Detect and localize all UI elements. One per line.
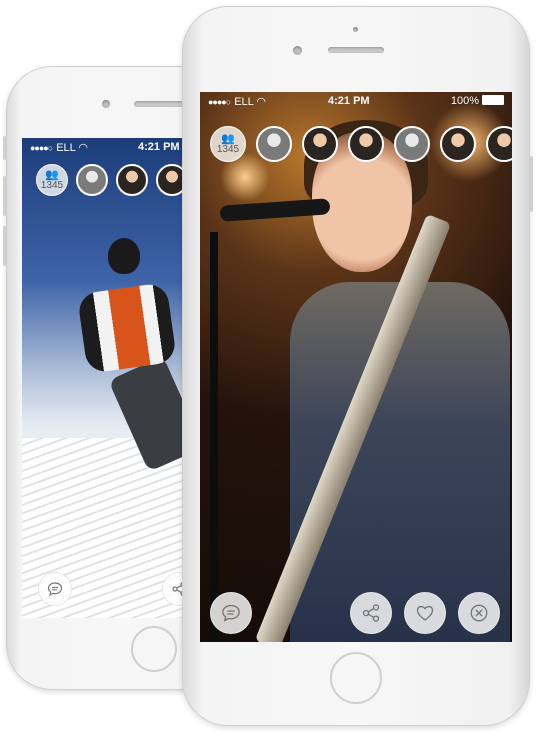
chat-icon	[47, 582, 63, 597]
chat-button[interactable]	[210, 592, 252, 634]
viewer-avatar[interactable]	[486, 126, 512, 162]
viewer-count-badge[interactable]: 👥 1345	[36, 164, 68, 196]
signal-icon: ●●●●○	[208, 97, 231, 107]
earpiece-speaker	[328, 47, 384, 53]
front-camera	[102, 100, 110, 108]
group-icon: 👥	[45, 168, 59, 181]
viewer-count-badge[interactable]: 👥 1345	[210, 126, 246, 162]
chat-button[interactable]	[38, 572, 72, 606]
front-phone-screen: ●●●●○ ELL ◠ 4:21 PM 100% 👥 1345	[200, 92, 512, 642]
skier-jacket	[76, 282, 178, 374]
viewer-avatar[interactable]	[256, 126, 292, 162]
viewer-avatar[interactable]	[116, 164, 148, 196]
status-bar: ●●●●○ ELL ◠ 4:21 PM 100%	[200, 92, 512, 108]
share-icon	[362, 604, 380, 622]
close-button[interactable]	[458, 592, 500, 634]
viewer-avatar[interactable]	[394, 126, 430, 162]
share-button[interactable]	[350, 592, 392, 634]
front-phone: ●●●●○ ELL ◠ 4:21 PM 100% 👥 1345	[182, 6, 533, 726]
status-time: 4:21 PM	[138, 141, 180, 153]
avatar-row: 👥 1345	[210, 126, 512, 162]
chat-icon	[222, 604, 240, 622]
viewer-avatar[interactable]	[348, 126, 384, 162]
volume-up-button	[3, 176, 7, 216]
mic-stand	[210, 232, 218, 642]
front-camera	[293, 46, 302, 55]
battery-icon	[482, 95, 504, 105]
status-time: 4:21 PM	[328, 95, 370, 107]
wifi-icon: ◠	[256, 96, 267, 108]
volume-down-button	[3, 226, 7, 266]
carrier: ●●●●○ ELL ◠	[208, 96, 267, 108]
mute-switch	[3, 136, 7, 160]
group-icon: 👥	[221, 132, 235, 145]
proximity-sensor	[353, 27, 358, 32]
close-icon	[470, 604, 488, 622]
skier-helmet	[108, 238, 140, 274]
carrier: ●●●●○ ELL ◠	[30, 142, 89, 154]
viewer-avatar[interactable]	[440, 126, 476, 162]
wifi-icon: ◠	[78, 142, 89, 154]
viewer-avatar[interactable]	[76, 164, 108, 196]
home-button[interactable]	[330, 652, 382, 704]
viewer-avatar[interactable]	[302, 126, 338, 162]
like-button[interactable]	[404, 592, 446, 634]
home-button[interactable]	[131, 626, 177, 672]
heart-icon	[416, 605, 434, 621]
signal-icon: ●●●●○	[30, 143, 53, 153]
avatar-row: 👥 1345	[36, 164, 188, 196]
power-button	[529, 156, 533, 212]
battery: 100%	[451, 95, 504, 107]
